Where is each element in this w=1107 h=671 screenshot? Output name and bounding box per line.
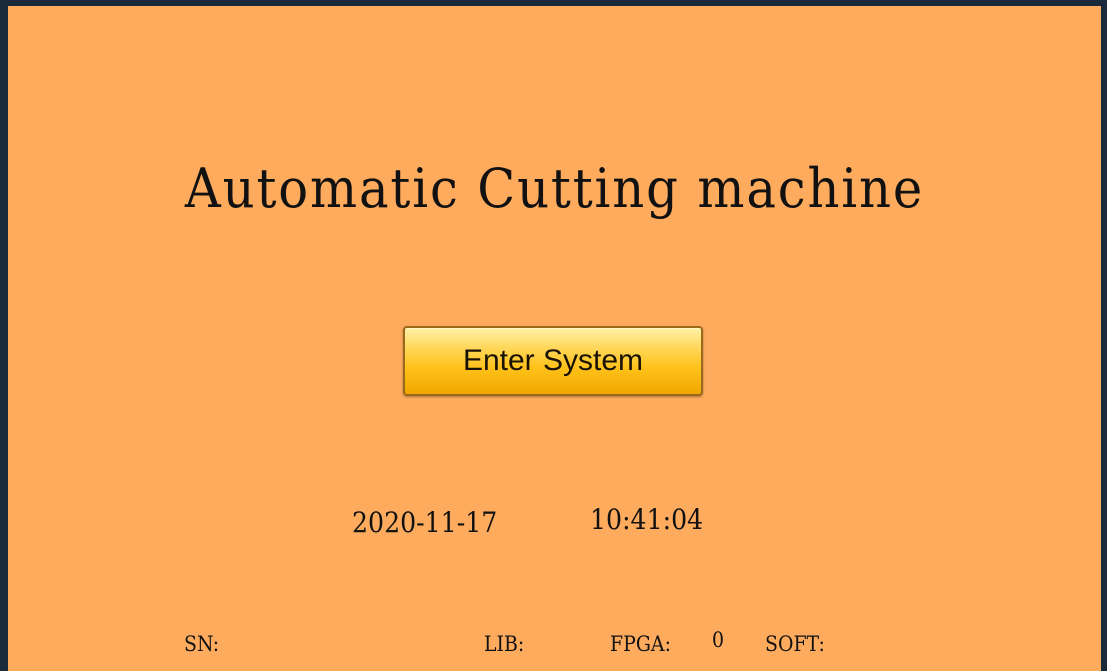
lib-label: LIB: [484,632,525,656]
current-date: 2020-11-17 [352,506,498,539]
fpga-label: FPGA: [610,632,671,656]
current-time: 10:41:04 [590,503,704,536]
sn-label: SN: [184,632,220,656]
fpga-value: 0 [712,628,725,652]
startup-screen: Automatic Cutting machine Enter System 2… [0,0,1107,671]
soft-label: SOFT: [765,632,825,656]
enter-system-button[interactable]: Enter System [403,326,703,396]
page-title: Automatic Cutting machine [184,157,925,220]
